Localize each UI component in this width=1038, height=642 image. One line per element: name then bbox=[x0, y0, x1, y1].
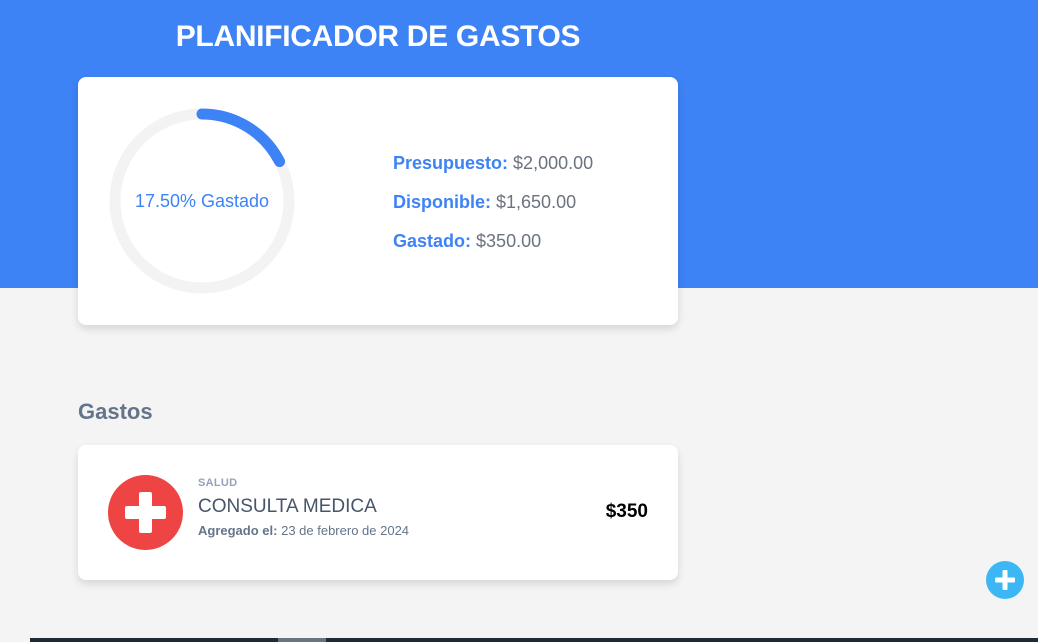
expense-item[interactable]: SALUD CONSULTA MEDICA Agregado el: 23 de… bbox=[78, 445, 678, 580]
disponible-label: Disponible: bbox=[393, 192, 491, 212]
stat-disponible: Disponible: $1,650.00 bbox=[393, 190, 593, 229]
budget-stats: Presupuesto: $2,000.00 Disponible: $1,65… bbox=[393, 151, 593, 268]
disponible-value: $1,650.00 bbox=[496, 192, 577, 212]
add-expense-button[interactable] bbox=[986, 561, 1024, 599]
gastado-label: Gastado: bbox=[393, 231, 472, 251]
progress-percent-text: 17.50% Gastado bbox=[134, 190, 270, 211]
gastado-value: $350.00 bbox=[476, 231, 542, 251]
plus-icon bbox=[995, 570, 1015, 590]
expense-date-value: 23 de febrero de 2024 bbox=[281, 523, 410, 538]
horizontal-scrollbar[interactable] bbox=[30, 638, 1038, 642]
expenses-section-title: Gastos bbox=[78, 399, 153, 424]
expense-info: SALUD CONSULTA MEDICA Agregado el: 23 de… bbox=[198, 476, 409, 538]
expense-date: Agregado el: 23 de febrero de 2024 bbox=[198, 523, 409, 538]
medical-cross-icon bbox=[108, 475, 183, 550]
stat-gastado: Gastado: $350.00 bbox=[393, 229, 593, 268]
budget-card: 17.50% Gastado Presupuesto: $2,000.00 Di… bbox=[78, 77, 678, 325]
expense-amount: $350 bbox=[605, 501, 648, 522]
budget-progress-ring: 17.50% Gastado bbox=[106, 105, 298, 297]
expense-category: SALUD bbox=[198, 477, 238, 489]
expense-name: CONSULTA MEDICA bbox=[198, 496, 377, 517]
scrollbar-thumb[interactable] bbox=[278, 638, 326, 642]
app-title: PLANIFICADOR DE GASTOS bbox=[175, 20, 581, 53]
expense-date-label: Agregado el: bbox=[198, 523, 278, 538]
stat-presupuesto: Presupuesto: $2,000.00 bbox=[393, 151, 593, 190]
presupuesto-label: Presupuesto: bbox=[393, 153, 509, 173]
presupuesto-value: $2,000.00 bbox=[513, 153, 594, 173]
